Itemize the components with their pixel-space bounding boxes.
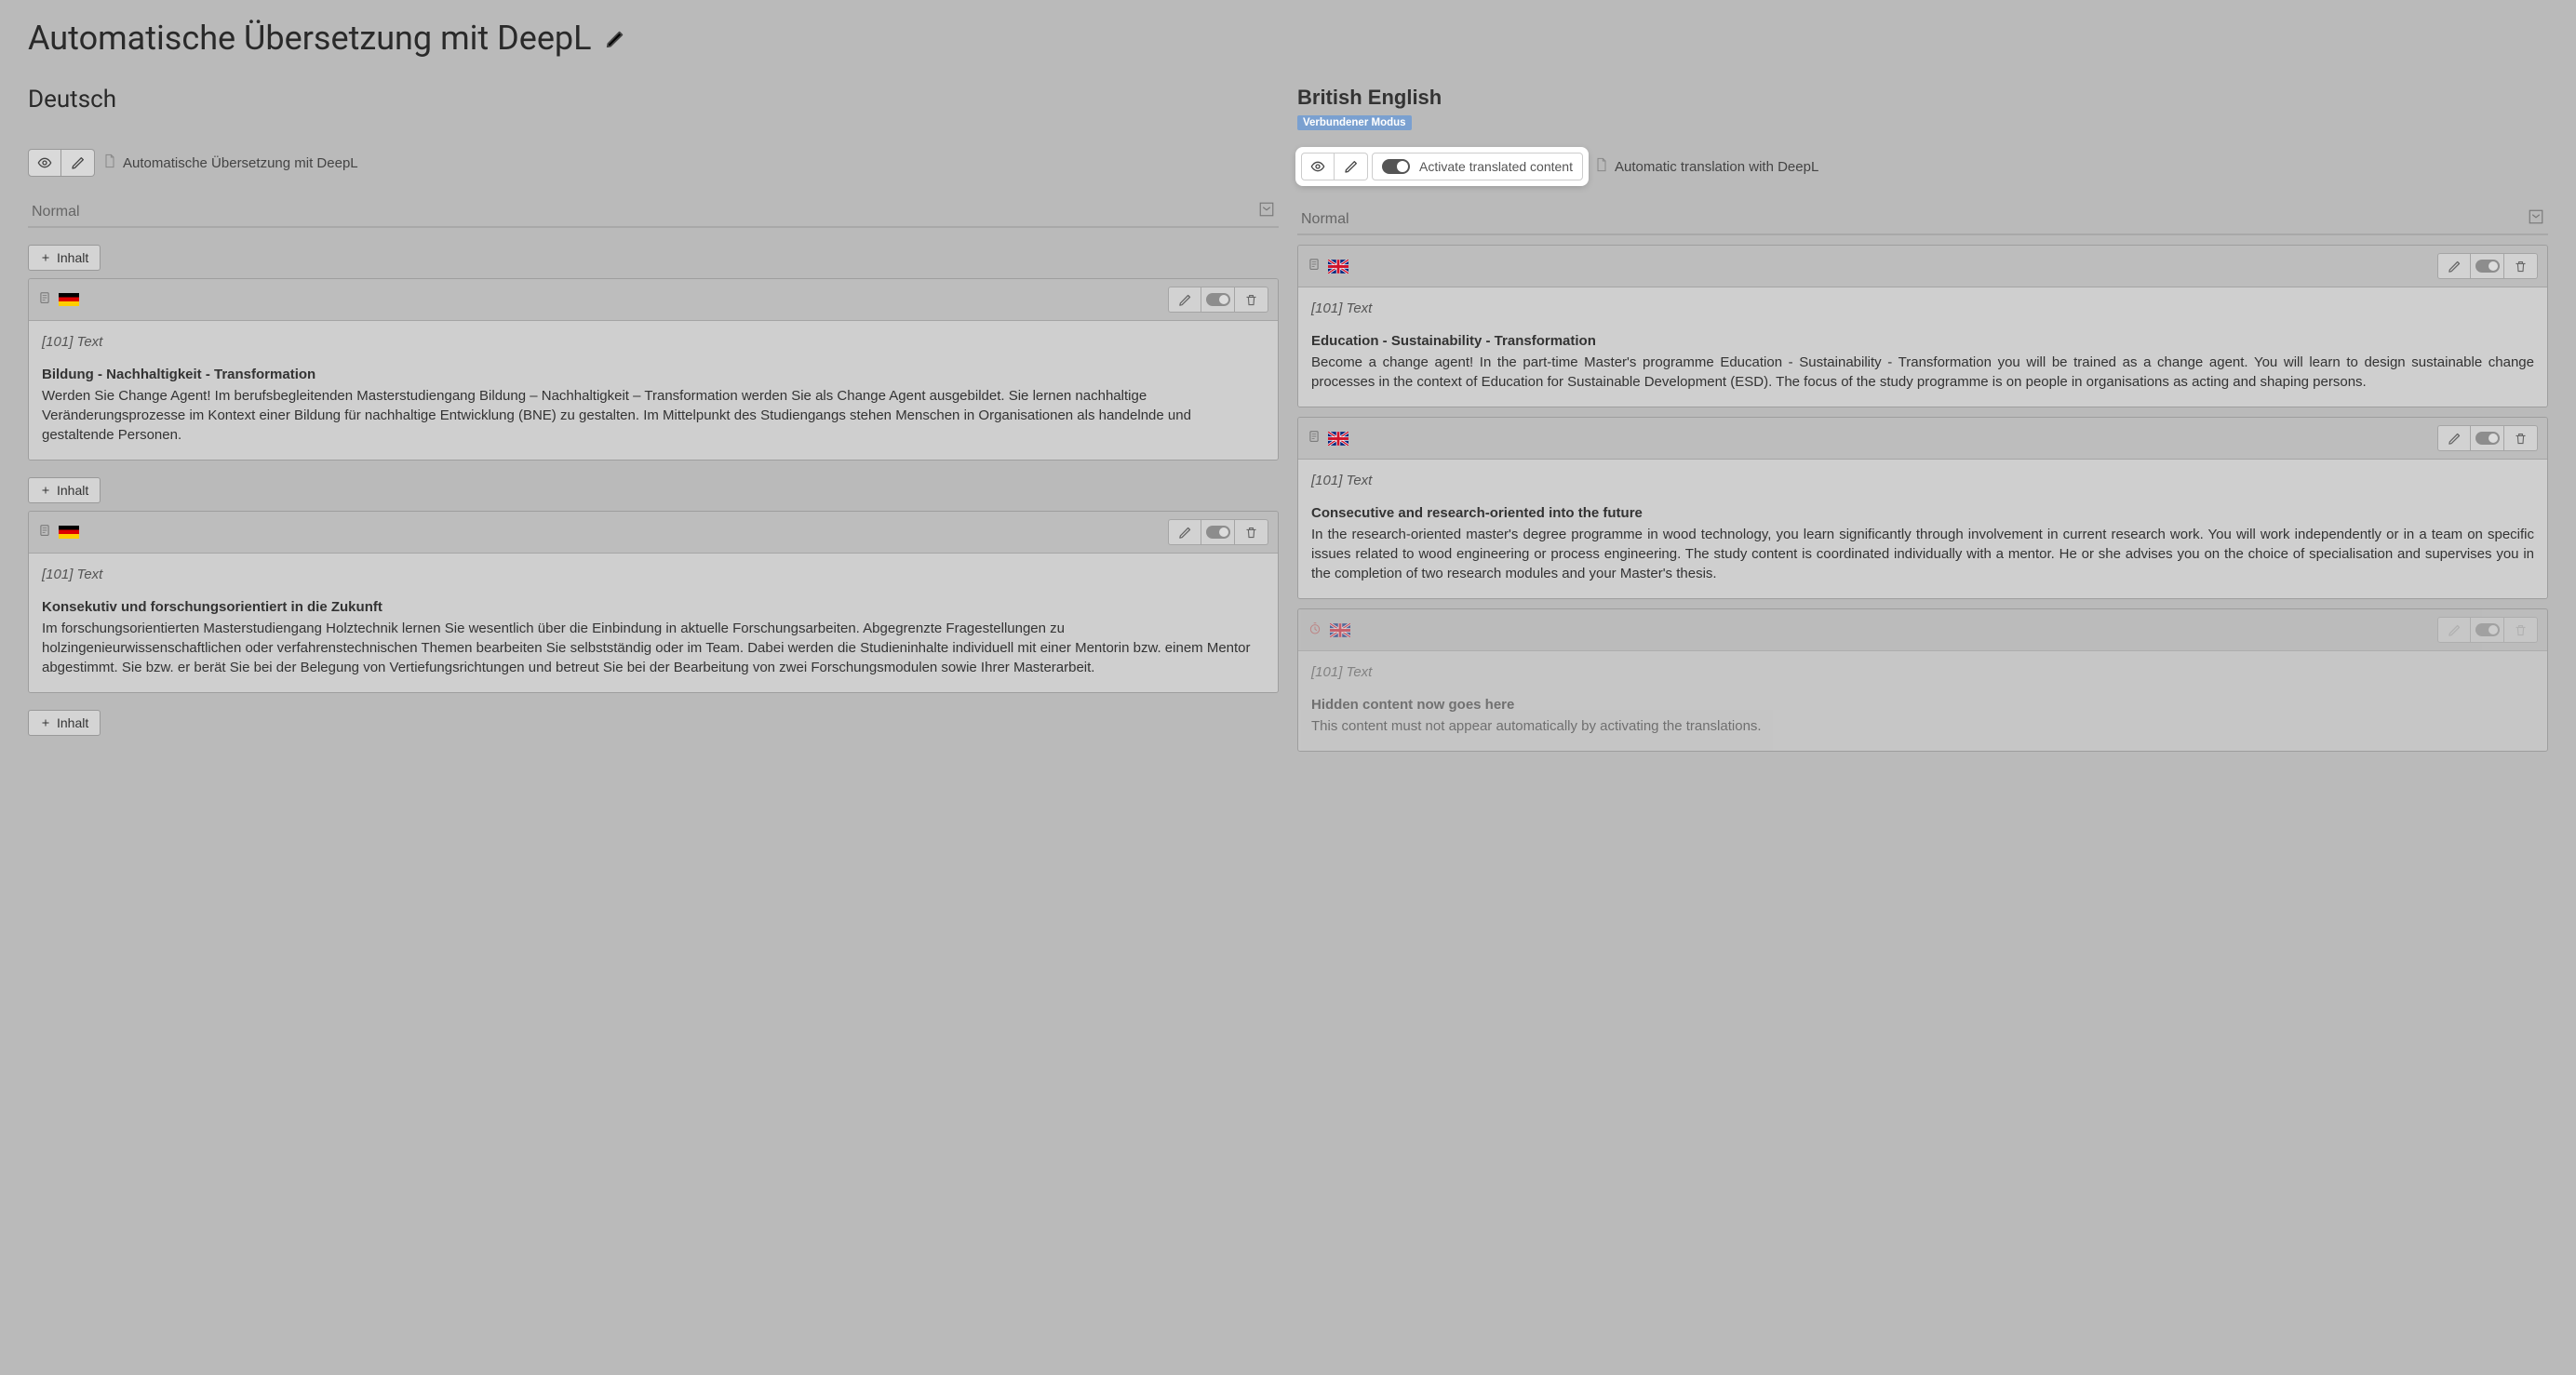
add-content-button[interactable]: Inhalt xyxy=(28,477,101,503)
target-column: British English Verbundener Modus Activa… xyxy=(1297,86,2548,761)
mode-badge: Verbundener Modus xyxy=(1297,115,1412,130)
toggle-block-button[interactable] xyxy=(2471,617,2504,643)
block-text: In the research-oriented master's degree… xyxy=(1311,525,2534,583)
flag-uk-icon xyxy=(1328,260,1348,274)
block-text: Werden Sie Change Agent! Im berufsbeglei… xyxy=(42,386,1265,445)
view-button[interactable] xyxy=(1301,153,1335,180)
block-title: Bildung - Nachhaltigkeit - Transformatio… xyxy=(42,365,1265,384)
add-content-label: Inhalt xyxy=(57,715,88,730)
edit-title-icon[interactable] xyxy=(605,19,625,58)
block-id: [101] Text xyxy=(1311,299,2534,318)
content-card: [101] Text Konsekutiv und forschungsorie… xyxy=(28,511,1279,693)
add-content-label: Inhalt xyxy=(57,250,88,265)
target-toolbar: Activate translated content Automatic tr… xyxy=(1297,149,2548,184)
flag-de-icon xyxy=(59,526,79,539)
edit-block-button[interactable] xyxy=(2437,617,2471,643)
block-title: Konsekutiv und forschungsorientiert in d… xyxy=(42,597,1265,617)
flag-uk-icon xyxy=(1330,623,1350,637)
add-content-button[interactable]: Inhalt xyxy=(28,710,101,736)
source-toolbar: Automatische Übersetzung mit DeepL xyxy=(28,149,1279,177)
activate-label: Activate translated content xyxy=(1419,159,1573,174)
block-text: This content must not appear automatical… xyxy=(1311,716,2534,736)
edit-block-button[interactable] xyxy=(1168,519,1201,545)
source-doc-label: Automatische Übersetzung mit DeepL xyxy=(123,155,358,171)
page-title: Automatische Übersetzung mit DeepL xyxy=(28,19,2548,58)
target-language-title: British English xyxy=(1297,86,2548,110)
block-text: Become a change agent! In the part-time … xyxy=(1311,353,2534,392)
block-text: Im forschungsorientierten Masterstudieng… xyxy=(42,619,1265,677)
block-id: [101] Text xyxy=(1311,662,2534,682)
toggle-block-button[interactable] xyxy=(2471,425,2504,451)
toggle-block-button[interactable] xyxy=(1201,287,1235,313)
page-icon xyxy=(38,290,51,309)
edit-block-button[interactable] xyxy=(1168,287,1201,313)
edit-block-button[interactable] xyxy=(2437,253,2471,279)
block-id: [101] Text xyxy=(1311,471,2534,490)
section-label: Normal xyxy=(1301,211,1349,228)
delete-block-button[interactable] xyxy=(1235,287,1268,313)
delete-block-button[interactable] xyxy=(2504,253,2538,279)
block-title: Education - Sustainability - Transformat… xyxy=(1311,331,2534,351)
content-card: [101] Text Education - Sustainability - … xyxy=(1297,245,2548,407)
content-card: [101] Text Consecutive and research-orie… xyxy=(1297,417,2548,599)
edit-button[interactable] xyxy=(1335,153,1368,180)
toggle-block-button[interactable] xyxy=(2471,253,2504,279)
flag-de-icon xyxy=(59,293,79,306)
section-bar: Normal xyxy=(1297,203,2548,235)
delete-block-button[interactable] xyxy=(2504,425,2538,451)
delete-block-button[interactable] xyxy=(2504,617,2538,643)
view-button[interactable] xyxy=(28,149,61,177)
edit-block-button[interactable] xyxy=(2437,425,2471,451)
delete-block-button[interactable] xyxy=(1235,519,1268,545)
toggle-switch-icon xyxy=(1382,159,1410,174)
activate-translated-toggle[interactable]: Activate translated content xyxy=(1372,153,1583,180)
section-label: Normal xyxy=(32,204,80,220)
page-icon xyxy=(1308,257,1321,275)
block-id: [101] Text xyxy=(42,332,1265,352)
collapse-icon[interactable] xyxy=(1258,201,1275,222)
add-content-button[interactable]: Inhalt xyxy=(28,245,101,271)
toggle-block-button[interactable] xyxy=(1201,519,1235,545)
pending-icon xyxy=(1308,621,1322,639)
edit-button[interactable] xyxy=(61,149,95,177)
source-language-title: Deutsch xyxy=(28,86,1279,113)
add-content-label: Inhalt xyxy=(57,483,88,498)
section-bar: Normal xyxy=(28,195,1279,228)
block-title: Consecutive and research-oriented into t… xyxy=(1311,503,2534,523)
page-icon xyxy=(38,523,51,541)
content-card: [101] Text Bildung - Nachhaltigkeit - Tr… xyxy=(28,278,1279,461)
document-icon xyxy=(1594,155,1609,178)
source-column: Deutsch Automatische Übersetzung mit Dee… xyxy=(28,86,1279,761)
document-icon xyxy=(102,152,117,174)
page-title-text: Automatische Übersetzung mit DeepL xyxy=(28,19,592,58)
collapse-icon[interactable] xyxy=(2528,208,2544,230)
content-card-hidden: [101] Text Hidden content now goes here … xyxy=(1297,608,2548,752)
page-icon xyxy=(1308,429,1321,447)
block-id: [101] Text xyxy=(42,565,1265,584)
target-doc-label: Automatic translation with DeepL xyxy=(1615,159,1818,175)
block-title: Hidden content now goes here xyxy=(1311,695,2534,714)
flag-uk-icon xyxy=(1328,432,1348,446)
highlighted-toolbar: Activate translated content xyxy=(1297,149,1587,184)
